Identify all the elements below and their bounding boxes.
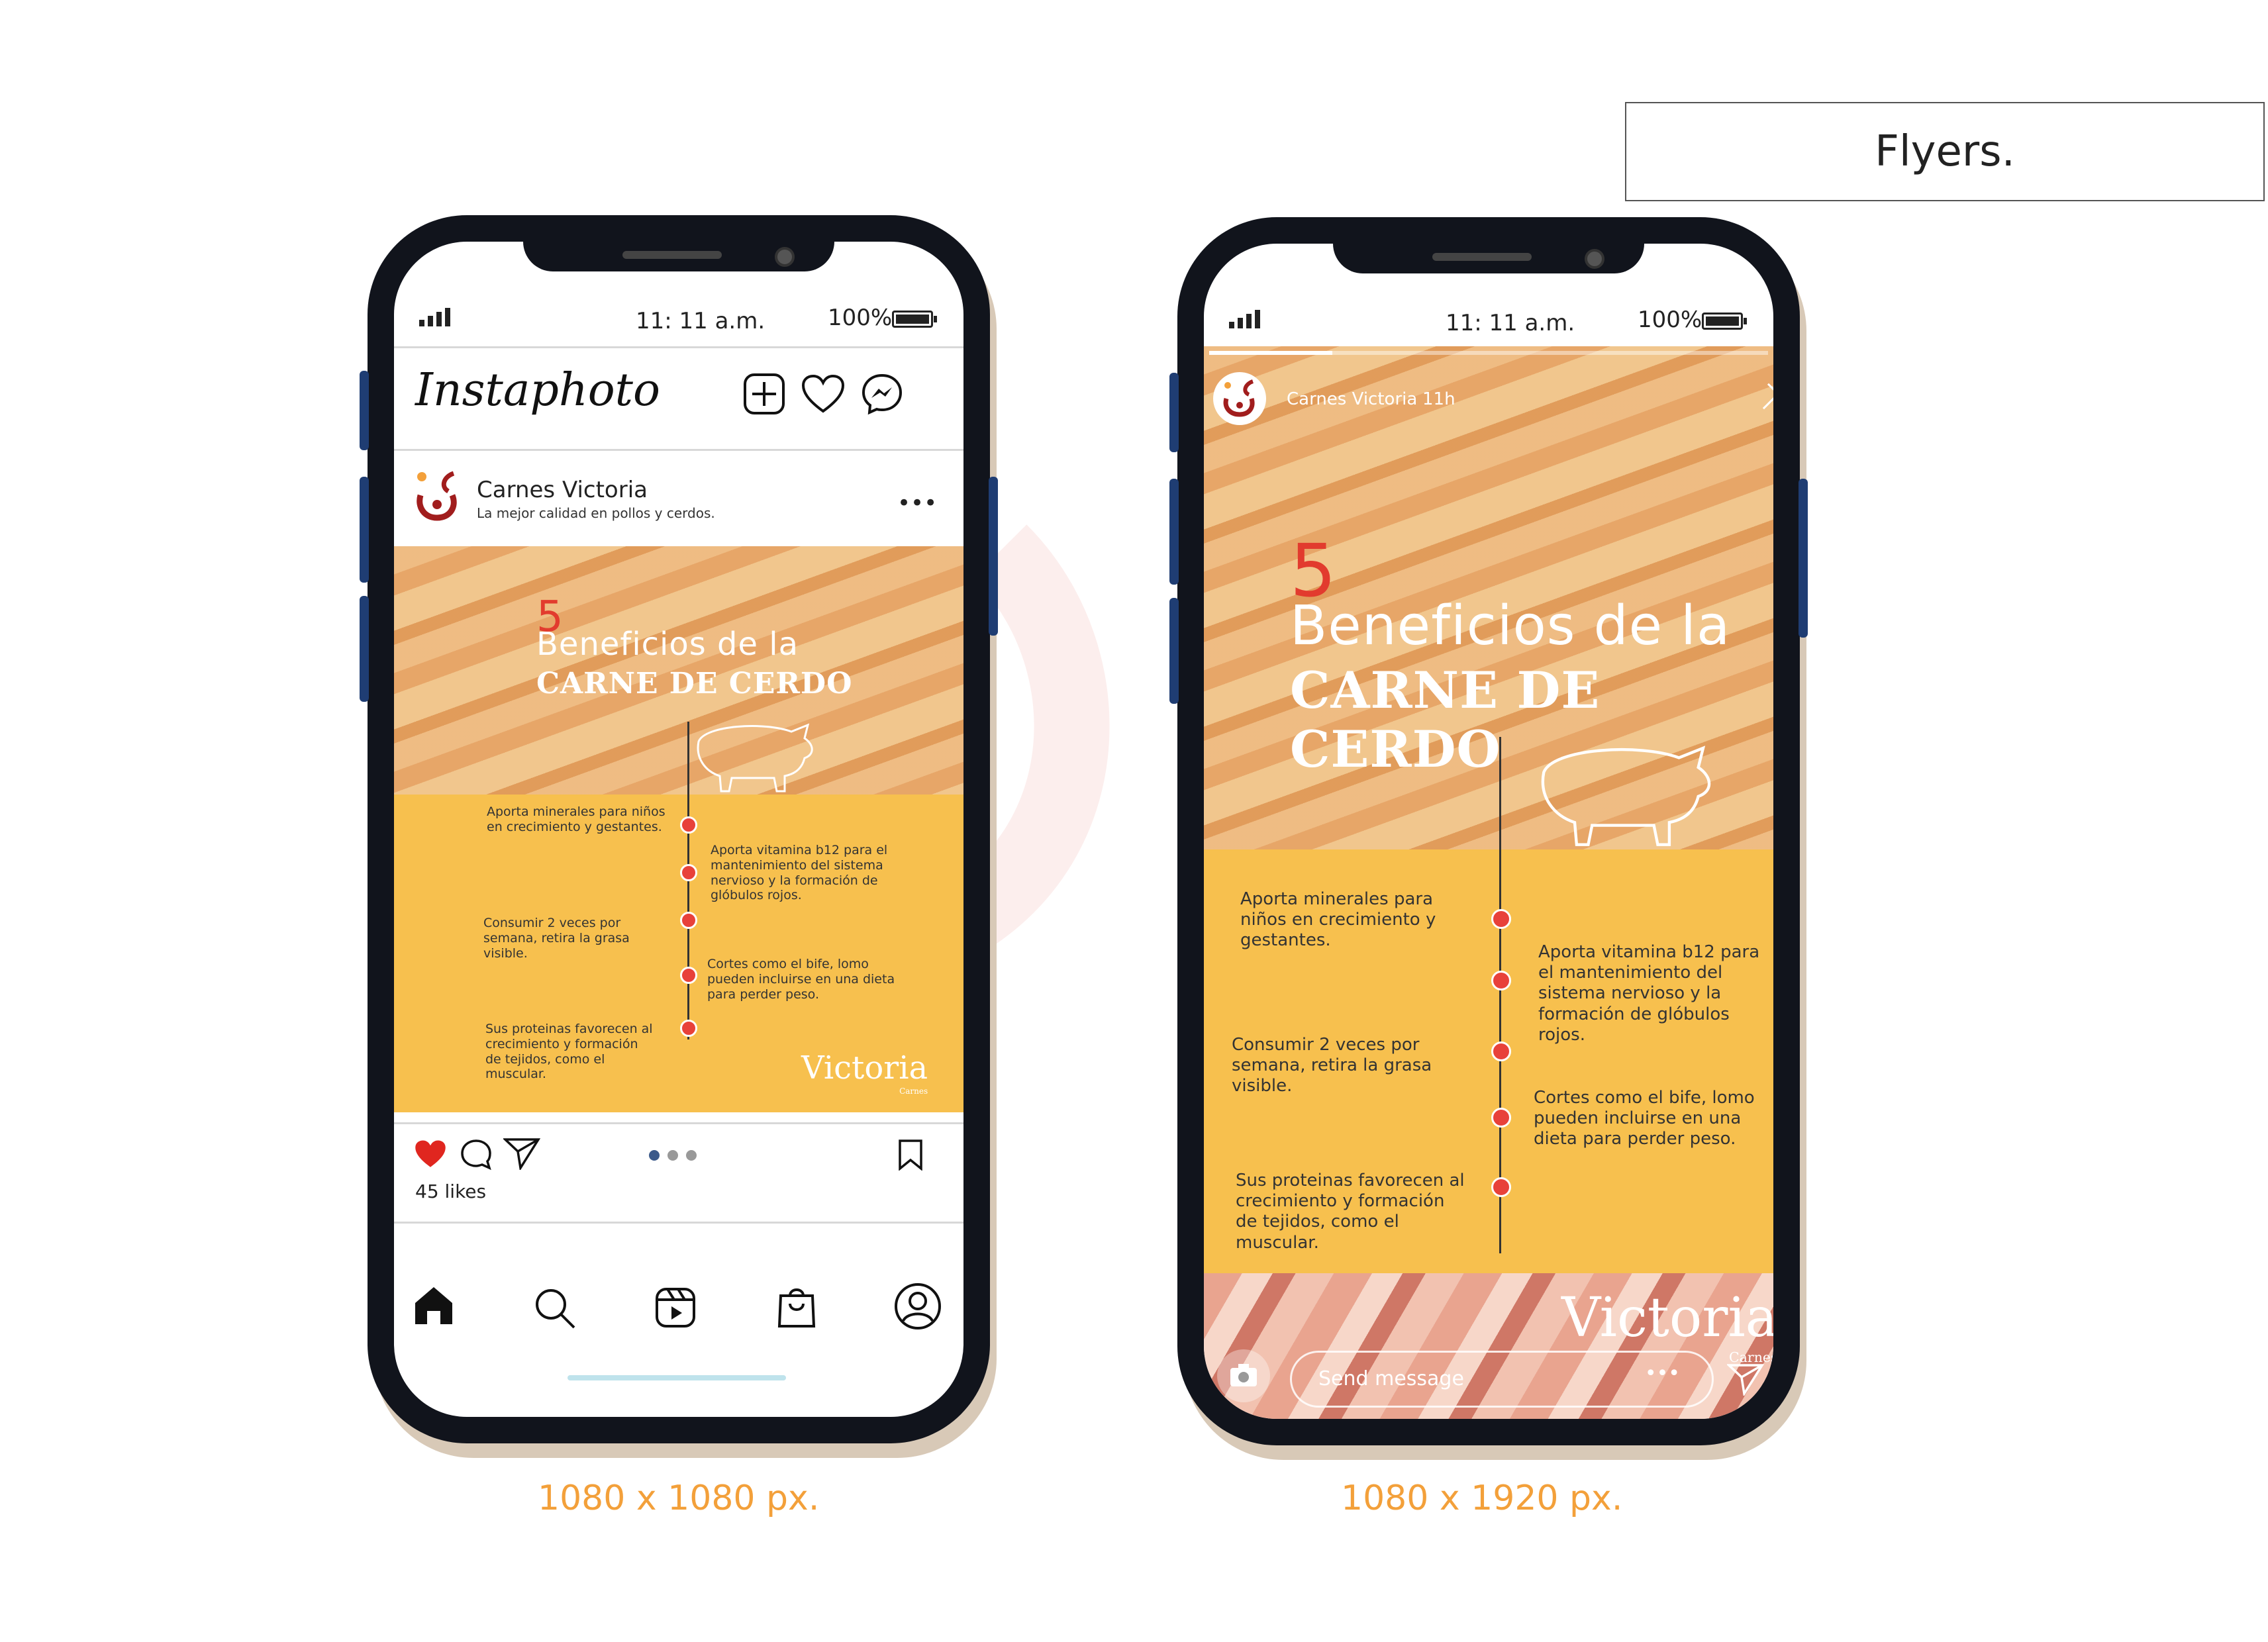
battery-icon [892, 311, 937, 328]
timeline-line [1499, 737, 1501, 1253]
side-button-volume-down [360, 596, 369, 702]
story-account-name[interactable]: Carnes Victoria [1287, 389, 1417, 409]
status-time: 11: 11 a.m. [1446, 310, 1575, 336]
flyer-brand-name: Victoria [801, 1049, 928, 1087]
timeline-dot [680, 864, 697, 881]
battery-icon [1702, 313, 1747, 330]
account-name[interactable]: Carnes Victoria [477, 477, 648, 503]
likes-count[interactable]: 45 likes [415, 1181, 486, 1202]
timeline-dot [680, 967, 697, 984]
notch [1333, 244, 1644, 273]
benefit-text: Aporta minerales para niños en crecimien… [1240, 889, 1436, 951]
caption-story-size: 1080 x 1920 px. [1341, 1478, 1623, 1518]
page-title: Flyers. [1875, 127, 2015, 176]
more-options-icon[interactable]: ••• [897, 490, 937, 516]
side-button-power [1799, 479, 1808, 638]
bookmark-icon[interactable] [897, 1139, 924, 1171]
screen-feed: 11: 11 a.m. 100% Instaphoto Carnes Victo… [394, 242, 963, 1417]
timeline-dot [1491, 1041, 1511, 1061]
benefit-text: Cortes como el bife, lomo pueden incluir… [1534, 1088, 1755, 1149]
send-icon[interactable] [1727, 1363, 1764, 1396]
account-avatar[interactable] [414, 470, 460, 523]
flyer-brand-logo: Victoria Carnes [801, 1049, 928, 1096]
side-button-power [989, 477, 998, 636]
timeline-dot [680, 816, 697, 834]
flyer-brand-name: Victoria [1561, 1286, 1773, 1349]
benefit-text: Aporta vitamina b12 para el mantenimient… [711, 843, 888, 903]
send-message-input[interactable]: Send message ••• [1290, 1351, 1714, 1408]
send-message-placeholder: Send message [1318, 1367, 1464, 1390]
signal-icon [1229, 310, 1260, 328]
notch [523, 242, 834, 271]
pig-icon [1541, 746, 1711, 846]
caption-feed-size: 1080 x 1080 px. [538, 1478, 820, 1518]
timeline-dot [680, 912, 697, 929]
side-button-volume-down [1169, 598, 1179, 704]
new-post-icon[interactable] [743, 373, 785, 415]
benefit-text: Consumir 2 veces por semana, retira la g… [1232, 1035, 1432, 1096]
timeline-dot [1491, 909, 1511, 929]
app-brand: Instaphoto [415, 364, 660, 416]
benefit-text: Consumir 2 veces por semana, retira la g… [483, 916, 630, 961]
profile-icon[interactable] [894, 1282, 942, 1330]
benefit-text: Aporta minerales para niños en crecimien… [487, 804, 666, 834]
pig-icon [697, 723, 813, 793]
story-time-ago: 11h [1422, 389, 1455, 409]
home-icon[interactable] [413, 1284, 455, 1327]
status-battery-text: 100% [828, 305, 893, 331]
flyer-heading: Beneficios de la [1290, 595, 1731, 657]
page-title-box: Flyers. [1625, 102, 2265, 201]
shop-icon[interactable] [777, 1282, 816, 1329]
timeline-dot [680, 1020, 697, 1037]
home-indicator[interactable] [567, 1375, 786, 1380]
story-avatar[interactable] [1212, 371, 1267, 426]
timeline-dot [1491, 1108, 1511, 1128]
benefit-text: Sus proteinas favorecen al crecimiento y… [1236, 1171, 1465, 1253]
screen-story: 11: 11 a.m. 100% Carnes Victoria 11h 5 B… [1204, 244, 1773, 1419]
side-button-mute [1169, 373, 1179, 452]
benefit-text: Aporta vitamina b12 para el mantenimient… [1538, 942, 1760, 1045]
like-heart-icon[interactable] [414, 1139, 447, 1169]
comment-icon[interactable] [460, 1139, 492, 1171]
status-battery-text: 100% [1638, 307, 1702, 333]
camera-icon[interactable] [1216, 1348, 1271, 1404]
timeline-dot [1491, 1177, 1511, 1197]
flyer-heading: Beneficios de la [536, 626, 799, 663]
account-subtitle: La mejor calidad en pollos y cerdos. [477, 505, 715, 521]
signal-icon [419, 308, 450, 326]
share-icon[interactable] [503, 1137, 540, 1170]
side-button-volume-up [360, 477, 369, 583]
phone-feed: 11: 11 a.m. 100% Instaphoto Carnes Victo… [360, 215, 998, 1443]
reels-icon[interactable] [654, 1286, 697, 1329]
message-more-icon[interactable]: ••• [1645, 1362, 1680, 1385]
search-icon[interactable] [533, 1286, 577, 1330]
flyer-subheading: CARNE DE CERDO [536, 667, 853, 700]
timeline-dot [1491, 971, 1511, 990]
carousel-dots [649, 1150, 697, 1161]
side-button-volume-up [1169, 479, 1179, 585]
heart-icon[interactable] [801, 374, 845, 414]
status-time: 11: 11 a.m. [636, 308, 765, 334]
benefit-text: Sus proteinas favorecen al crecimiento y… [485, 1022, 653, 1082]
story-progress-bar [1209, 351, 1768, 355]
side-button-mute [360, 371, 369, 450]
messenger-icon[interactable] [861, 373, 903, 415]
benefit-text: Cortes como el bife, lomo pueden incluir… [707, 957, 895, 1002]
phone-story: 11: 11 a.m. 100% Carnes Victoria 11h 5 B… [1169, 217, 1808, 1445]
flyer-brand-sub: Carnes [899, 1087, 928, 1096]
